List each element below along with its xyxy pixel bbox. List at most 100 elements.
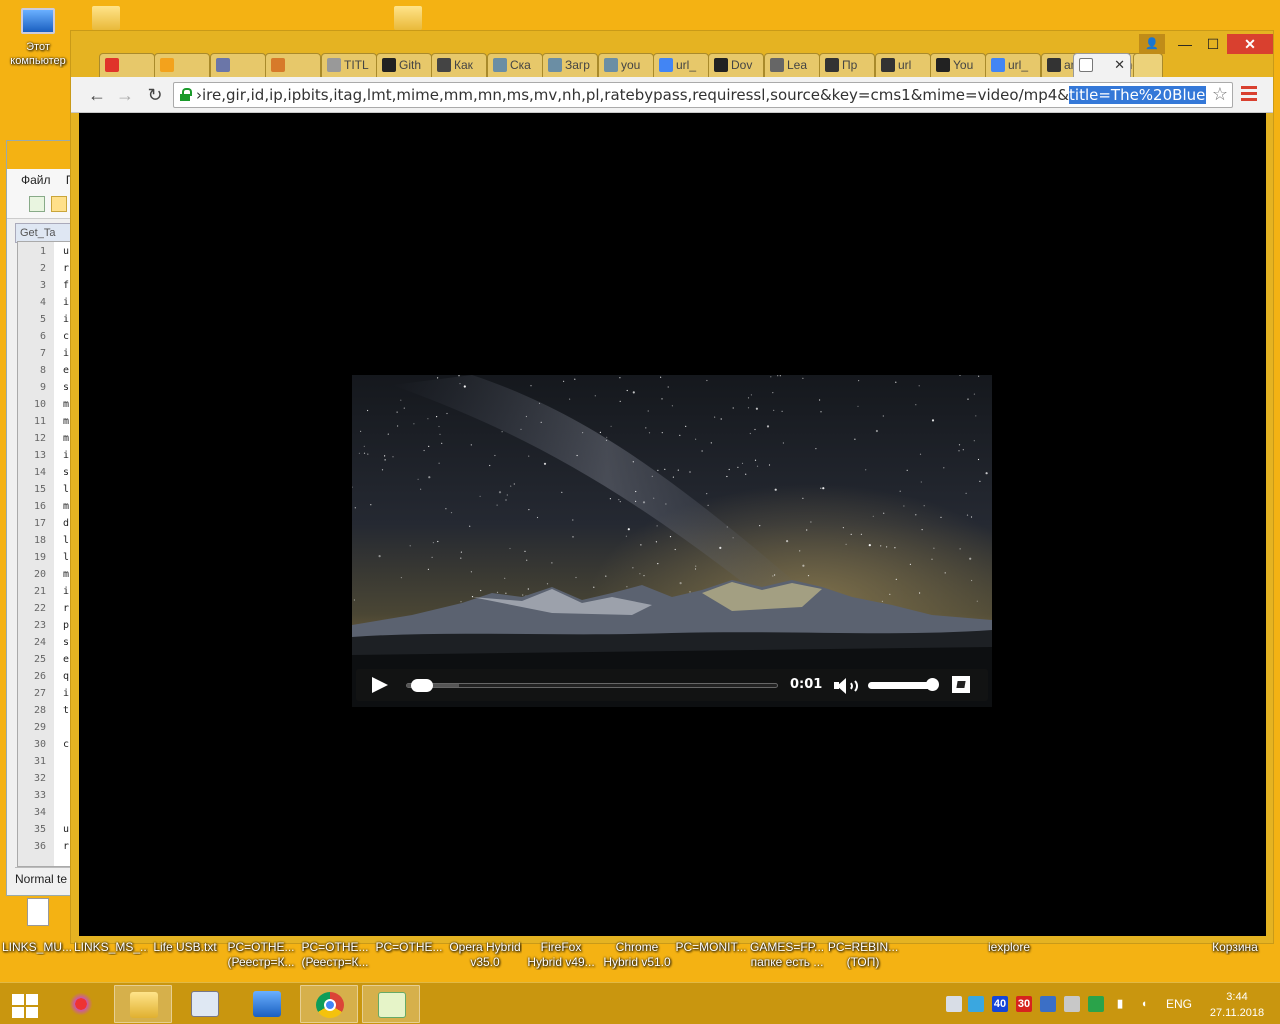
- desktop-shortcut[interactable]: LINKS_MS_...: [74, 940, 148, 955]
- star-dot: [522, 594, 524, 596]
- star-dot: [737, 466, 739, 468]
- tab-2[interactable]: [210, 53, 266, 77]
- star-dot: [655, 541, 657, 543]
- desktop-shortcut[interactable]: Корзина: [1198, 940, 1272, 955]
- notepad-editor[interactable]: 1 u 2 r 3 f 4 i 5 i 6 c 7 i 8 e 9 s 10 m 11 m 12 m 13 i 14 s 15 l 16 m 1…: [17, 241, 73, 867]
- star-dot: [387, 433, 389, 435]
- scissors-icon: [67, 991, 95, 1017]
- tray-badge-blue[interactable]: 40: [992, 996, 1008, 1012]
- shortcut-label: PC=MONIT...: [675, 940, 747, 954]
- tray-network-icon[interactable]: ▮: [1112, 996, 1128, 1012]
- volume-icon[interactable]: [834, 678, 858, 694]
- tab-8[interactable]: Загр: [542, 53, 598, 77]
- star-dot: [501, 431, 503, 433]
- star-dot: [496, 591, 499, 593]
- browser-menu-icon[interactable]: [1241, 86, 1257, 104]
- tab-13[interactable]: Пр: [819, 53, 875, 77]
- desktop-shortcut[interactable]: GAMES=FP... папке есть ...: [750, 940, 824, 970]
- seek-handle[interactable]: [411, 679, 433, 692]
- desktop-shortcut[interactable]: PC=OTHE... (Реестр=К...: [224, 940, 298, 970]
- notepad-file-tab[interactable]: Get_Ta: [15, 223, 73, 243]
- profile-button[interactable]: 👤: [1139, 34, 1165, 54]
- taskbar-notepad[interactable]: [362, 985, 420, 1023]
- tray-app-icon[interactable]: [946, 996, 962, 1012]
- desktop-shortcut[interactable]: Life USB.txt: [148, 940, 222, 955]
- tab-12[interactable]: Lea: [764, 53, 820, 77]
- tray-volume-icon[interactable]: ◖: [1136, 996, 1152, 1012]
- tray-language[interactable]: ENG: [1166, 997, 1192, 1011]
- new-tab-button[interactable]: [1133, 53, 1163, 77]
- desktop-shortcut[interactable]: PC=OTHE...: [372, 940, 446, 955]
- line-number: 16: [33, 501, 46, 512]
- forward-icon[interactable]: →: [113, 83, 137, 107]
- maximize-button[interactable]: ☐: [1199, 34, 1227, 54]
- star-dot: [710, 442, 712, 444]
- desktop-shortcut[interactable]: Opera Hybrid v35.0: [448, 940, 522, 970]
- tray-calendar-icon[interactable]: [1040, 996, 1056, 1012]
- desktop-shortcut[interactable]: PC=REBIN... (ТОП): [826, 940, 900, 970]
- tab-5[interactable]: Gith: [376, 53, 432, 77]
- address-bar[interactable]: ›ire,gir,id,ip,ipbits,itag,lmt,mime,mm,m…: [173, 82, 1233, 108]
- tab-11[interactable]: Dov: [708, 53, 764, 77]
- desktop-shortcut[interactable]: LINKS_MU...: [0, 940, 74, 955]
- address-url[interactable]: ›ire,gir,id,ip,ipbits,itag,lmt,mime,mm,m…: [196, 83, 1206, 107]
- tab-1[interactable]: [154, 53, 210, 77]
- tab-active[interactable]: ✕: [1073, 53, 1131, 77]
- tab-15[interactable]: You: [930, 53, 986, 77]
- open-file-icon[interactable]: [51, 196, 67, 212]
- taskbar-snipping-tool[interactable]: [52, 985, 110, 1023]
- taskbar-monitor[interactable]: [176, 985, 234, 1023]
- desktop-shortcut[interactable]: FireFox Hybrid v49...: [524, 940, 598, 970]
- computer-icon: [21, 8, 55, 38]
- seek-bar[interactable]: [406, 679, 778, 692]
- close-button[interactable]: ✕: [1227, 34, 1273, 54]
- tab-7[interactable]: Ска: [487, 53, 543, 77]
- minimize-button[interactable]: —: [1171, 34, 1199, 54]
- tray-up-icon[interactable]: [968, 996, 984, 1012]
- line-number: 31: [33, 756, 46, 767]
- tab-label: Загр: [565, 58, 590, 72]
- fullscreen-icon[interactable]: [952, 676, 970, 693]
- desktop-icon-this-pc[interactable]: Этот компьютер: [0, 8, 76, 68]
- bookmark-star-icon[interactable]: ☆: [1212, 84, 1228, 105]
- tray-clock[interactable]: 3:44 27.11.2018: [1202, 989, 1272, 1021]
- tab-10[interactable]: url_: [653, 53, 709, 77]
- taskbar-chrome[interactable]: [300, 985, 358, 1023]
- reload-icon[interactable]: ↻: [143, 83, 167, 107]
- tab-6[interactable]: Как: [431, 53, 487, 77]
- volume-handle[interactable]: [926, 678, 939, 691]
- tab-0[interactable]: [99, 53, 155, 77]
- desktop-shortcut[interactable]: PC=OTHE... (Реестр=К...: [298, 940, 372, 970]
- star-dot: [428, 476, 431, 479]
- taskbar-explorer[interactable]: [114, 985, 172, 1023]
- tab-close-icon[interactable]: ✕: [1114, 54, 1125, 76]
- desktop-shortcut[interactable]: Chrome Hybrid v51.0: [600, 940, 674, 970]
- desktop-icon-links[interactable]: [0, 898, 76, 930]
- taskbar-computer[interactable]: [238, 985, 296, 1023]
- menu-file[interactable]: Файл: [21, 173, 51, 187]
- back-icon[interactable]: ←: [85, 83, 109, 107]
- tray-badge-red[interactable]: 30: [1016, 996, 1032, 1012]
- tray-usb-icon[interactable]: [1064, 996, 1080, 1012]
- tab-3[interactable]: [265, 53, 321, 77]
- tab-16[interactable]: url_: [985, 53, 1041, 77]
- star-dot: [496, 504, 498, 506]
- play-icon[interactable]: [372, 677, 388, 693]
- desktop-shortcut[interactable]: iexplore: [972, 940, 1046, 955]
- shortcut-label-line2: (ТОП): [846, 955, 880, 969]
- tab-14[interactable]: url: [875, 53, 931, 77]
- star-dot: [561, 491, 563, 493]
- tray-shield-icon[interactable]: [1088, 996, 1104, 1012]
- shortcut-label: LINKS_MS_...: [74, 940, 148, 954]
- start-windows-icon[interactable]: [12, 994, 38, 1018]
- tab-4[interactable]: TITL: [321, 53, 377, 77]
- star-dot: [384, 459, 386, 461]
- tab-9[interactable]: you: [598, 53, 654, 77]
- new-file-icon[interactable]: [29, 196, 45, 212]
- desktop-shortcut[interactable]: PC=MONIT...: [674, 940, 748, 955]
- video-player[interactable]: [352, 375, 992, 707]
- volume-slider[interactable]: [868, 682, 934, 689]
- star-dot: [632, 391, 635, 394]
- star-dot: [367, 453, 369, 455]
- line-number: 13: [33, 450, 46, 461]
